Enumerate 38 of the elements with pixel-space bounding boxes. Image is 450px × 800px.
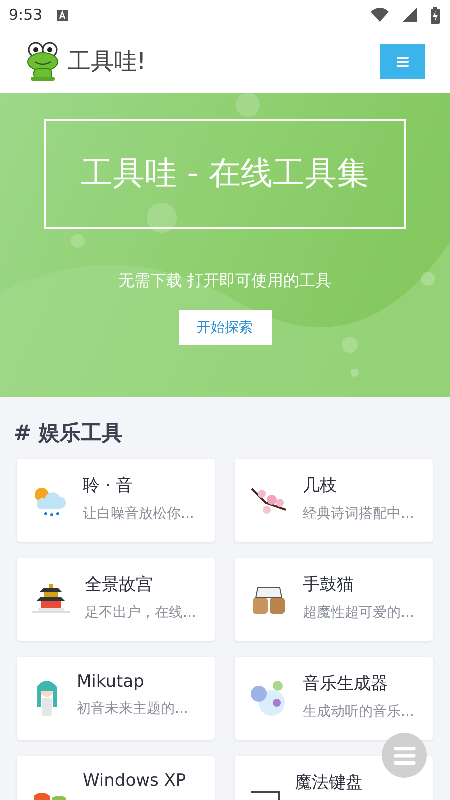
tool-card[interactable]: Mikutap 初音未来主题的... [17, 657, 215, 740]
signal-icon [403, 8, 417, 22]
hero-subtitle: 无需下载 打开即可使用的工具 [118, 271, 332, 292]
tool-description: 初音未来主题的... [77, 700, 188, 718]
tool-title: 魔法键盘 [295, 772, 363, 794]
tool-card[interactable]: 几枝 经典诗词搭配中... [235, 459, 433, 542]
tool-description: 经典诗词搭配中... [303, 505, 414, 523]
tool-title: 音乐生成器 [303, 673, 389, 695]
tool-card[interactable]: 聆 · 音 让白噪音放松你... [17, 459, 215, 542]
section-heading: # 娱乐工具 [14, 420, 124, 447]
notification-icon [56, 10, 68, 20]
menu-icon [396, 56, 408, 66]
tool-title: Windows XP [83, 771, 186, 791]
tool-card[interactable]: Windows XP [17, 756, 215, 800]
battery-icon [431, 6, 440, 24]
bubbles-icon [250, 680, 288, 716]
tool-card[interactable]: 手鼓猫 超魔性超可爱的... [235, 558, 433, 641]
site-title: 工具哇! [68, 48, 146, 77]
tool-title: 全景故宫 [85, 574, 154, 596]
tool-title: 手鼓猫 [303, 574, 355, 596]
blossom-branch-icon [250, 486, 288, 516]
tool-card[interactable]: 全景故宫 足不出户，在线... [17, 558, 215, 641]
tool-card[interactable]: 音乐生成器 生成动听的音乐... [235, 657, 433, 740]
tool-title: 聆 · 音 [83, 475, 134, 497]
hero-title: 工具哇 - 在线工具集 [81, 153, 369, 194]
tool-description: 让白噪音放松你... [83, 505, 194, 523]
clock-text: 9:53 [9, 6, 43, 24]
frog-icon [26, 42, 60, 82]
explore-button[interactable]: 开始探索 [178, 310, 272, 345]
tool-description: 足不出户，在线... [85, 604, 196, 622]
menu-icon [394, 746, 416, 764]
tool-description: 生成动听的音乐... [303, 703, 414, 721]
tool-description: 超魔性超可爱的... [303, 604, 414, 622]
tool-card[interactable]: 魔法键盘 [235, 756, 433, 800]
menu-button[interactable] [380, 44, 425, 79]
tool-title: Mikutap [77, 672, 146, 692]
wifi-icon [371, 8, 389, 22]
tool-title: 几枝 [303, 475, 338, 497]
